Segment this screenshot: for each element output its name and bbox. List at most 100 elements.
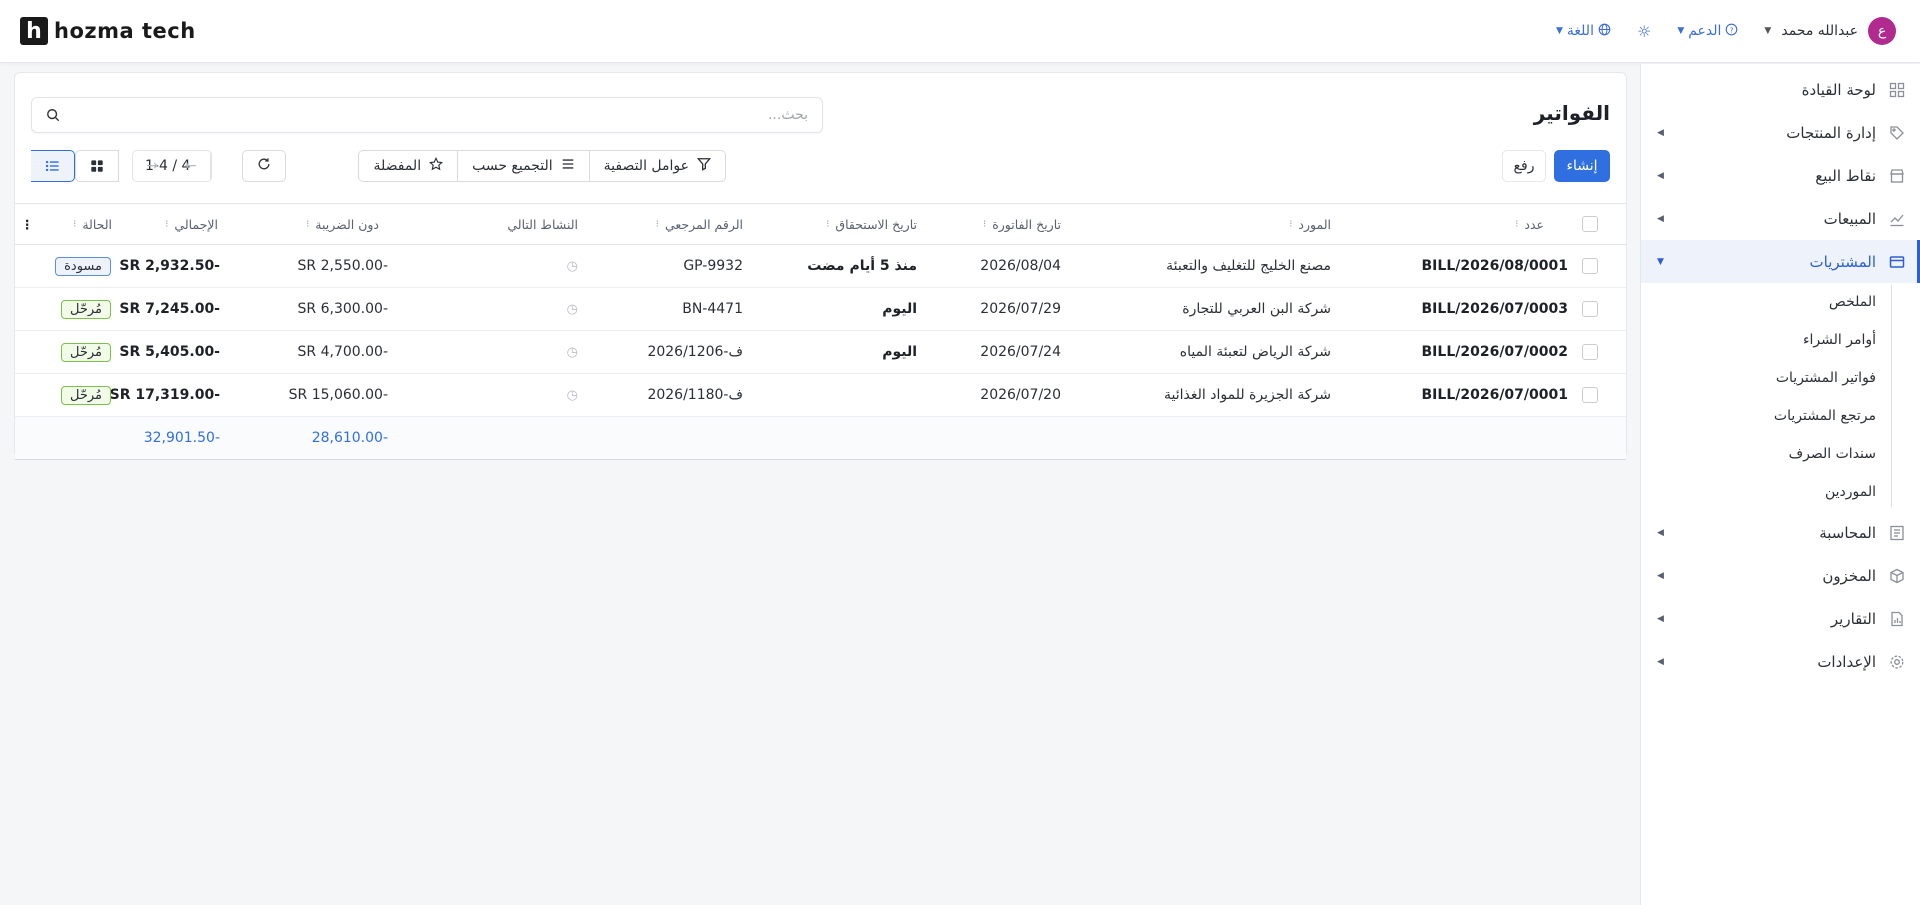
sidebar-item-sales[interactable]: المبيعات ◀ — [1641, 197, 1920, 240]
sidebar-item-products[interactable]: إدارة المنتجات ◀ — [1641, 111, 1920, 154]
sidebar-item-inventory[interactable]: المخزون ◀ — [1641, 554, 1920, 597]
submenu-item-vendors[interactable]: الموردين — [1641, 473, 1920, 511]
sidebar-item-dashboard[interactable]: لوحة القيادة — [1641, 68, 1920, 111]
invoice-date: 2026/07/29 — [980, 301, 1061, 317]
sidebar-item-pos[interactable]: نقاط البيع ◀ — [1641, 154, 1920, 197]
table-header-row: عدد ⁝ المورد ⁝ تاريخ الفاتورة ⁝ تاريخ الاست… — [15, 204, 1626, 245]
status-badge: مُرحّل — [60, 288, 111, 330]
table-row[interactable]: BILL/2026/07/0003 شركة البن العربي للتجا… — [15, 288, 1626, 331]
sidebar-item-reports[interactable]: التقارير ◀ — [1641, 597, 1920, 640]
column-options-icon[interactable]: ⋮ — [21, 204, 34, 244]
table-row[interactable]: BILL/2026/07/0002 شركة الرياض لتعبئة الم… — [15, 331, 1626, 374]
gear-icon — [1888, 653, 1906, 671]
column-header-untaxed[interactable]: دون الضريبة ⁝ — [306, 204, 379, 244]
chevron-left-icon: ◀ — [1657, 613, 1664, 624]
chart-line-icon — [1888, 210, 1906, 228]
submenu-item-payment-vouchers[interactable]: سندات الصرف — [1641, 435, 1920, 473]
search-input[interactable] — [32, 98, 822, 132]
sidebar-item-label: التقارير — [1830, 609, 1876, 628]
column-header-total[interactable]: الإجمالي ⁝ — [165, 204, 218, 244]
submenu-item-purchase-returns[interactable]: مرتجع المشتريات — [1641, 397, 1920, 435]
vendor-name: مصنع الخليج للتغليف والتعبئة — [1166, 258, 1331, 274]
status-badge: مسودة — [55, 245, 111, 287]
column-header-status[interactable]: الحالة ⁝ — [73, 204, 112, 244]
chevron-down-icon: ▼ — [1555, 26, 1563, 36]
support-menu[interactable]: ? الدعم ▼ — [1677, 23, 1738, 40]
clock-icon[interactable]: ◷ — [567, 331, 578, 373]
refresh-button[interactable] — [242, 150, 286, 182]
untaxed-amount: SR 6,300.00- — [297, 301, 388, 317]
sidebar-item-accounting[interactable]: المحاسبة ◀ — [1641, 511, 1920, 554]
status-badge: مُرحّل — [60, 374, 111, 416]
user-menu[interactable]: ع عبدالله محمد ▼ — [1764, 17, 1896, 45]
reference: ف-2026/1180 — [647, 387, 743, 403]
logo[interactable]: h hozma tech — [20, 17, 196, 45]
arrow-left-icon[interactable]: ← — [172, 151, 211, 181]
top-bar: ع عبدالله محمد ▼ ? الدعم ▼ ☼ اللغة ▼ h h… — [0, 0, 1920, 63]
sidebar: لوحة القيادة إدارة المنتجات ◀ نقاط البيع… — [1640, 64, 1920, 905]
language-menu[interactable]: اللغة ▼ — [1556, 23, 1611, 40]
chevron-left-icon: ◀ — [1657, 127, 1664, 138]
grid-view-icon[interactable] — [75, 150, 119, 182]
row-checkbox[interactable] — [1582, 331, 1598, 373]
select-all-checkbox[interactable] — [1582, 204, 1598, 244]
column-header-due-date[interactable]: تاريخ الاستحقاق ⁝ — [826, 204, 917, 244]
submenu-item-purchase-bills[interactable]: فواتير المشتريات — [1641, 359, 1920, 397]
search-box[interactable] — [31, 97, 823, 133]
filter-icon — [696, 157, 712, 175]
row-checkbox[interactable] — [1582, 245, 1598, 287]
untaxed-amount: SR 15,060.00- — [288, 387, 388, 403]
arrow-right-icon[interactable]: → — [133, 151, 172, 181]
row-checkbox[interactable] — [1582, 374, 1598, 416]
due-date: اليوم — [882, 344, 917, 360]
row-checkbox[interactable] — [1582, 288, 1598, 330]
reference: ف-2026/1206 — [647, 344, 743, 360]
list-view-icon[interactable] — [31, 150, 75, 182]
due-date: اليوم — [882, 301, 917, 317]
card-icon — [1888, 253, 1906, 271]
reference: GP-9932 — [683, 258, 743, 274]
grand-total: 32,901.50- — [143, 430, 220, 446]
vendor-name: شركة الرياض لتعبئة المياه — [1179, 344, 1331, 360]
avatar[interactable]: ع — [1868, 17, 1896, 45]
sidebar-item-settings[interactable]: الإعدادات ◀ — [1641, 640, 1920, 683]
clock-icon[interactable]: ◷ — [567, 245, 578, 287]
clock-icon[interactable]: ◷ — [567, 374, 578, 416]
upload-button[interactable]: رفع — [1502, 150, 1546, 182]
dashboard-icon — [1888, 81, 1906, 99]
box-icon — [1888, 567, 1906, 585]
user-name: عبدالله محمد — [1781, 23, 1858, 39]
filters-button[interactable]: عوامل التصفية — [588, 151, 725, 181]
logo-mark: h — [20, 17, 48, 45]
groupby-button[interactable]: التجميع حسب — [457, 151, 589, 181]
column-header-number[interactable]: عدد ⁝ — [1515, 204, 1544, 244]
favorites-label: المفضلة — [373, 158, 422, 174]
total-amount: SR 5,405.00- — [119, 344, 220, 360]
chevron-down-icon: ▼ — [1657, 256, 1664, 267]
sidebar-item-label: المشتريات — [1809, 252, 1876, 271]
invoice-date: 2026/07/24 — [980, 344, 1061, 360]
submenu-item-summary[interactable]: الملخص — [1641, 283, 1920, 321]
favorites-button[interactable]: المفضلة — [359, 151, 457, 181]
untaxed-amount: SR 4,700.00- — [297, 344, 388, 360]
store-icon — [1888, 167, 1906, 185]
theme-toggle-icon[interactable]: ☼ — [1637, 22, 1651, 41]
table-row[interactable]: BILL/2026/08/0001 مصنع الخليج للتغليف وا… — [15, 245, 1626, 288]
column-header-reference[interactable]: الرقم المرجعي ⁝ — [656, 204, 743, 244]
create-button[interactable]: إنشاء — [1554, 150, 1610, 182]
sidebar-item-label: إدارة المنتجات — [1786, 123, 1876, 142]
clock-icon[interactable]: ◷ — [567, 288, 578, 330]
column-header-invoice-date[interactable]: تاريخ الفاتورة ⁝ — [983, 204, 1061, 244]
sidebar-item-purchases[interactable]: المشتريات ▼ — [1641, 240, 1920, 283]
bills-table: عدد ⁝ المورد ⁝ تاريخ الفاتورة ⁝ تاريخ الاست… — [15, 203, 1626, 460]
chevron-left-icon: ◀ — [1657, 570, 1664, 581]
sidebar-item-label: المخزون — [1822, 566, 1876, 585]
globe-icon — [1598, 23, 1611, 40]
chevron-left-icon: ◀ — [1657, 213, 1664, 224]
sidebar-item-label: لوحة القيادة — [1801, 80, 1876, 99]
column-header-vendor[interactable]: المورد ⁝ — [1289, 204, 1331, 244]
submenu-item-purchase-orders[interactable]: أوامر الشراء — [1641, 321, 1920, 359]
reference: BN-4471 — [682, 301, 743, 317]
table-row[interactable]: BILL/2026/07/0001 شركة الجزيرة للمواد ال… — [15, 374, 1626, 417]
search-icon[interactable] — [44, 108, 60, 124]
